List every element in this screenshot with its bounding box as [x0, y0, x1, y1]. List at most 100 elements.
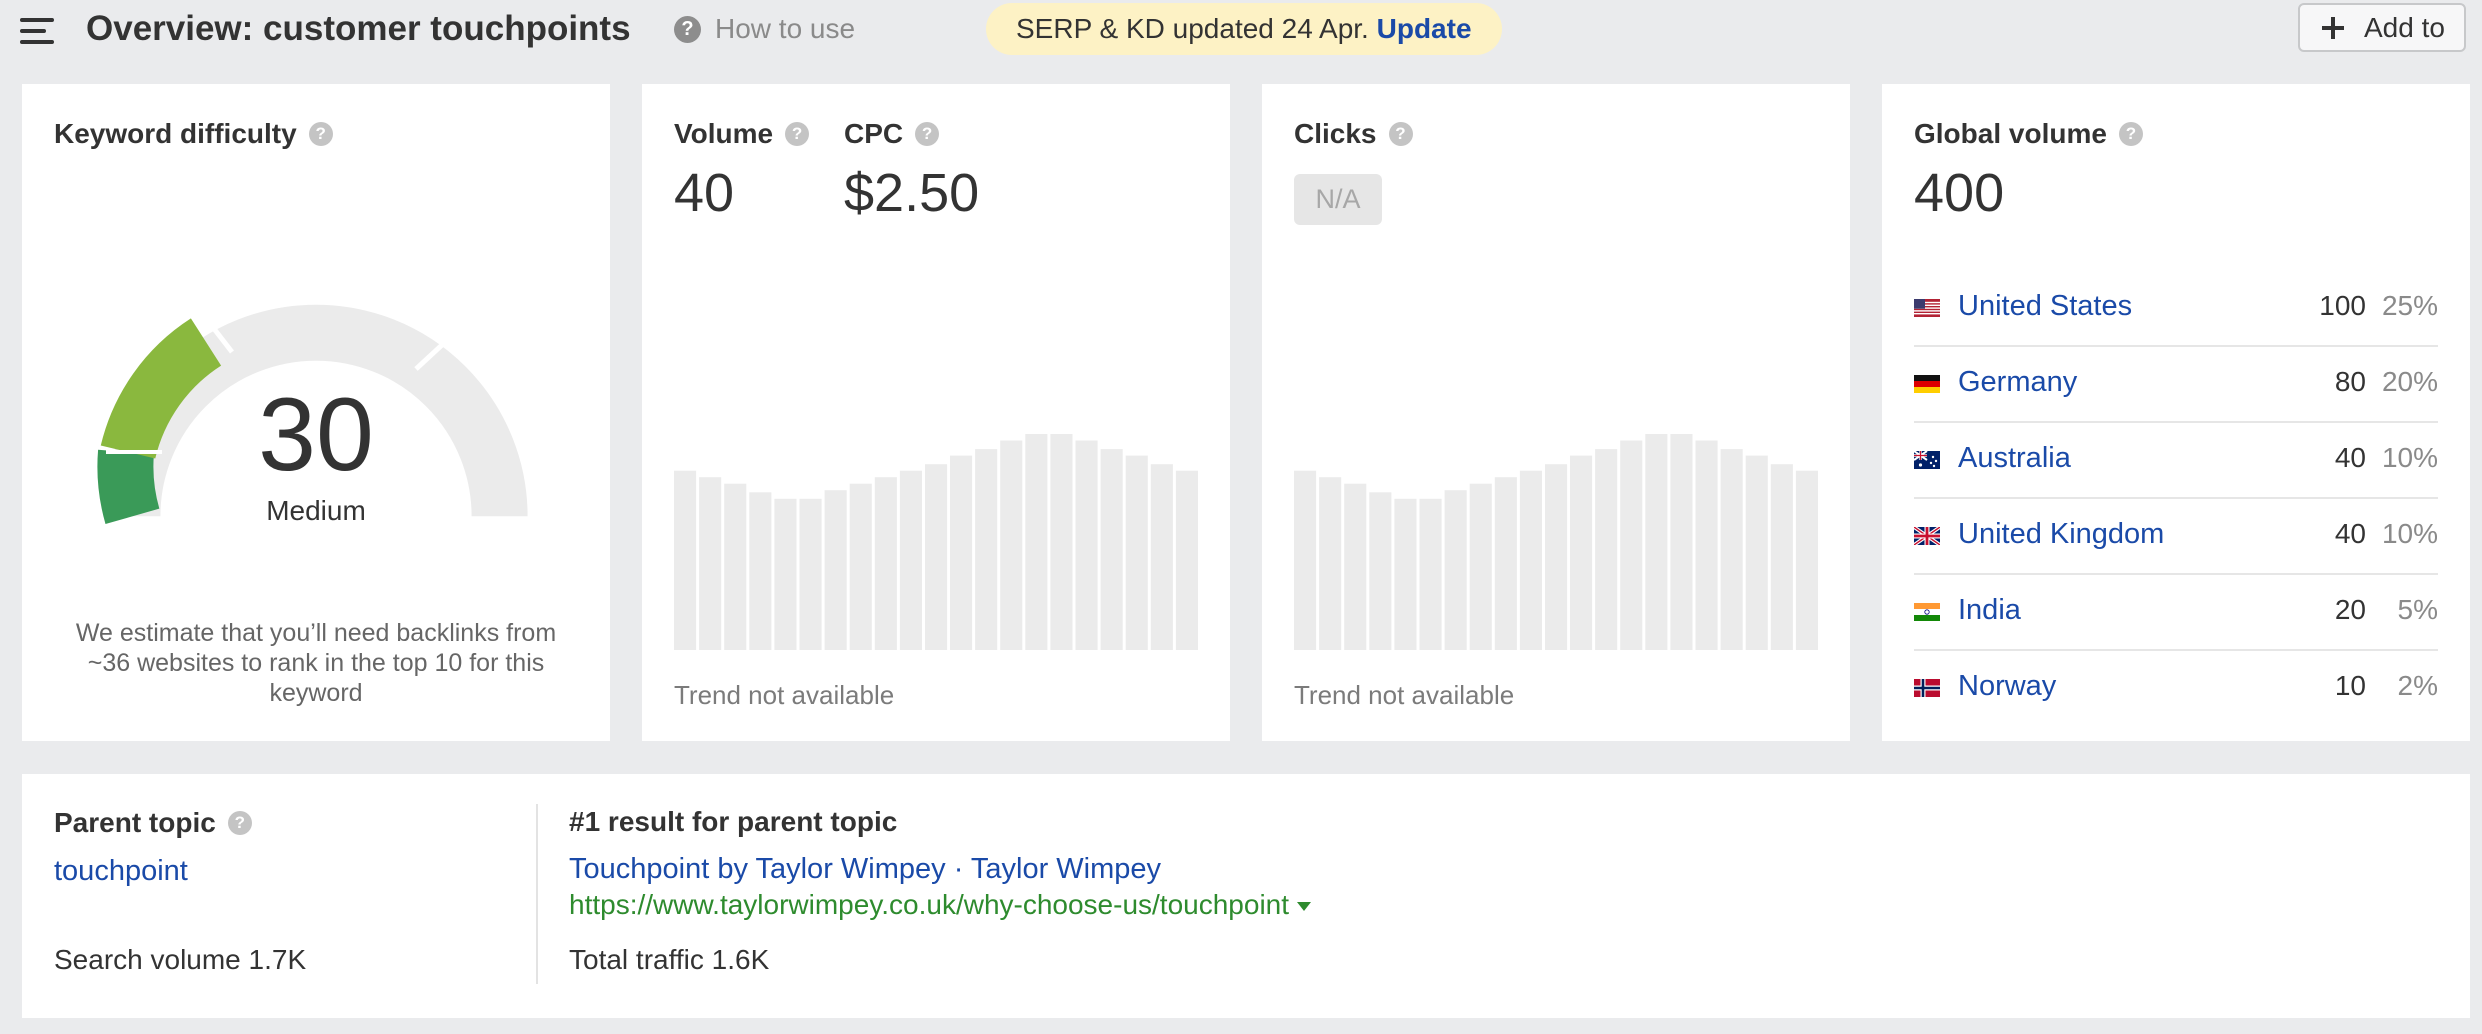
kd-label: Medium	[266, 495, 366, 526]
country-percent: 10%	[2381, 442, 2438, 473]
trend-bar	[674, 470, 697, 650]
trend-bar	[1770, 464, 1793, 650]
trend-bar	[975, 449, 998, 650]
country-row: United Kingdom 40 10%	[1914, 499, 2438, 575]
trend-bar	[774, 498, 797, 650]
country-row: India 20 5%	[1914, 575, 2438, 651]
trend-bar	[1175, 470, 1198, 650]
top-result-traffic: Total traffic 1.6K	[569, 944, 770, 975]
trend-bar	[1469, 483, 1492, 650]
trend-bar	[699, 477, 722, 650]
update-banner: SERP & KD updated 24 Apr. Update	[986, 3, 1502, 55]
trend-bar	[1150, 464, 1173, 650]
country-link[interactable]: Germany	[1958, 366, 2077, 399]
au-flag-icon	[1914, 451, 1940, 469]
top-result-url[interactable]: https://www.taylorwimpey.co.uk/why-choos…	[569, 889, 1312, 921]
help-icon: ?	[674, 15, 701, 43]
country-link[interactable]: India	[1958, 594, 2021, 627]
top-bar: Overview: customer touchpoints ? How to …	[0, 0, 2482, 65]
trend-bar	[1720, 449, 1743, 650]
trend-bar	[849, 483, 872, 650]
trend-bar	[1695, 440, 1718, 650]
no-flag-icon	[1914, 679, 1940, 697]
global-volume-title: Global volume ?	[1914, 118, 2143, 150]
caret-down-icon[interactable]	[1297, 902, 1312, 912]
trend-bar	[724, 483, 747, 650]
help-icon[interactable]: ?	[227, 811, 252, 835]
trend-bar	[1595, 449, 1618, 650]
volume-trend-placeholder	[674, 434, 1198, 650]
country-percent: 25%	[2381, 290, 2438, 321]
volume-card: Volume ? CPC ? 40 $2.50 Trend not availa…	[642, 84, 1230, 741]
country-percent: 10%	[2381, 518, 2438, 549]
top-result-link[interactable]: Touchpoint by Taylor Wimpey · Taylor Wim…	[569, 853, 1161, 886]
kd-card: Keyword difficulty ? 30 Medium We estima…	[22, 84, 610, 741]
country-link[interactable]: Australia	[1958, 442, 2071, 475]
trend-bar	[1369, 492, 1392, 650]
country-volume: 40	[2334, 518, 2366, 549]
divider	[536, 804, 538, 984]
country-percent: 20%	[2381, 366, 2438, 397]
add-to-label: Add to	[2364, 12, 2445, 43]
global-volume-card: Global volume ? 400 United States 100 25…	[1882, 84, 2470, 741]
how-to-use-label: How to use	[715, 13, 856, 44]
country-link[interactable]: United Kingdom	[1958, 518, 2164, 551]
trend-bar	[1444, 490, 1467, 650]
country-link[interactable]: United States	[1958, 290, 2132, 323]
top-result-url-text: https://www.taylorwimpey.co.uk/why-choos…	[569, 889, 1290, 920]
help-icon[interactable]: ?	[2118, 122, 2143, 146]
plus-icon	[2322, 17, 2344, 39]
trend-bar	[1545, 464, 1568, 650]
parent-topic-title: Parent topic ?	[54, 807, 252, 839]
trend-bar	[1645, 434, 1668, 650]
trend-bar	[1570, 455, 1593, 650]
trend-bar	[749, 492, 772, 650]
country-row: United States 100 25%	[1914, 271, 2438, 347]
clicks-trend-placeholder	[1294, 434, 1818, 650]
parent-topic-link[interactable]: touchpoint	[54, 855, 188, 888]
country-volume: 40	[2334, 442, 2366, 473]
trend-bar	[824, 490, 847, 650]
trend-note: Trend not available	[1294, 680, 1515, 710]
gb-flag-icon	[1914, 527, 1940, 545]
trend-bar	[1419, 498, 1442, 650]
trend-bar	[1670, 434, 1693, 650]
trend-bar	[1294, 470, 1317, 650]
country-volume: 80	[2334, 366, 2366, 397]
trend-bar	[1075, 440, 1098, 650]
global-volume-value: 400	[1914, 163, 2005, 223]
update-link[interactable]: Update	[1377, 13, 1472, 44]
trend-bar	[1319, 477, 1342, 650]
kd-note: We estimate that you’ll need backlinks f…	[75, 619, 557, 707]
trend-bar	[1100, 449, 1123, 650]
trend-bar	[1620, 440, 1643, 650]
country-volume: 20	[2334, 594, 2366, 625]
page-title: Overview: customer touchpoints	[86, 9, 631, 48]
country-volume: 10	[2334, 670, 2366, 701]
banner-text: SERP & KD updated 24 Apr.	[1016, 13, 1369, 44]
trend-bar	[1795, 470, 1818, 650]
trend-bar	[1025, 434, 1048, 650]
country-volume: 100	[2319, 290, 2366, 321]
country-row: Australia 40 10%	[1914, 423, 2438, 499]
us-flag-icon	[1914, 299, 1940, 317]
clicks-card: Clicks ? N/A Trend not available	[1262, 84, 1850, 741]
trend-bar	[799, 498, 822, 650]
de-flag-icon	[1914, 375, 1940, 393]
menu-icon[interactable]	[20, 18, 54, 46]
trend-bar	[1494, 477, 1517, 650]
kd-value: 30	[258, 377, 374, 493]
trend-bar	[1519, 470, 1542, 650]
trend-bar	[1125, 455, 1148, 650]
trend-bar	[899, 470, 922, 650]
how-to-use-link[interactable]: ? How to use	[674, 13, 855, 45]
top-result-title: #1 result for parent topic	[569, 806, 898, 837]
trend-bar	[950, 455, 973, 650]
add-to-button[interactable]: Add to	[2298, 3, 2466, 52]
trend-bar	[1394, 498, 1417, 650]
country-row: Norway 10 2%	[1914, 651, 2438, 727]
trend-bar	[1000, 440, 1023, 650]
trend-note: Trend not available	[674, 680, 895, 710]
trend-bar	[1745, 455, 1768, 650]
country-link[interactable]: Norway	[1958, 670, 2056, 703]
